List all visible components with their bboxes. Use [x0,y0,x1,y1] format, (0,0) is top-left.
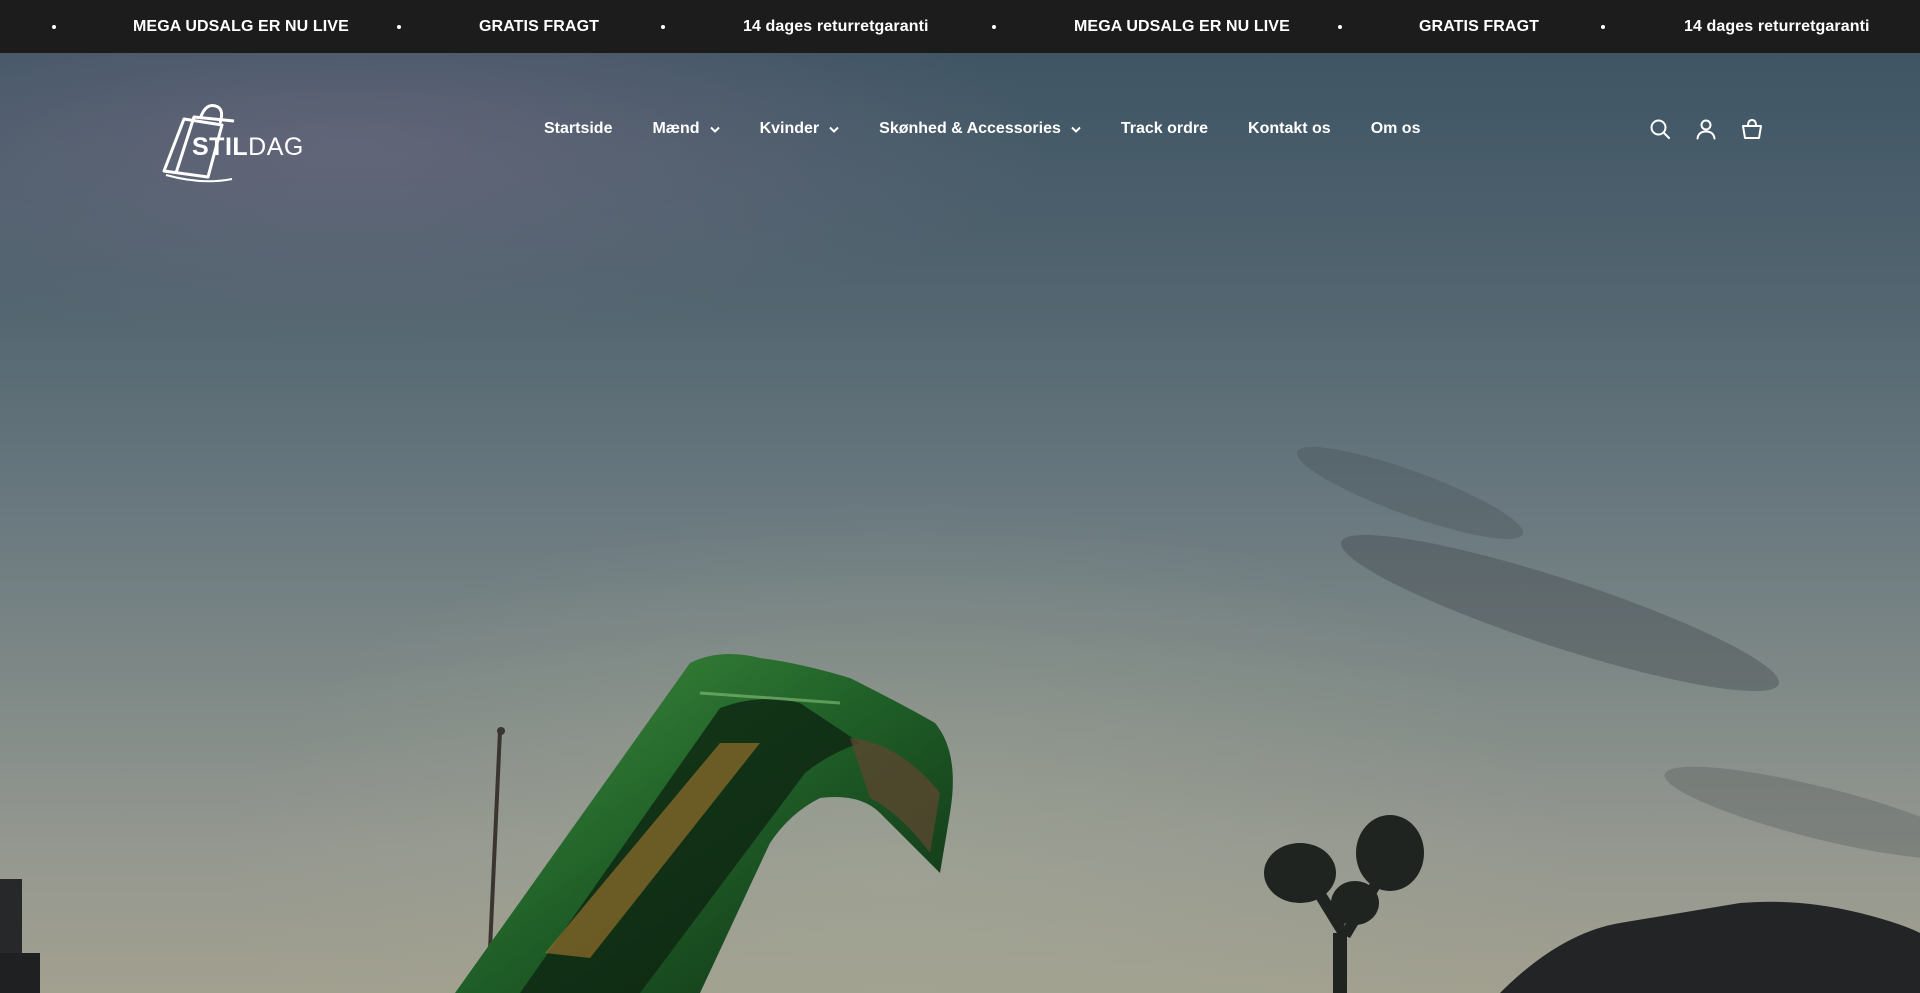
nav-item-maend[interactable]: Mænd [652,120,720,138]
bullet-dot [992,25,996,29]
nav-item-label: Skønhed & Accessories [879,120,1061,137]
bullet-dot [1601,25,1605,29]
announcement-marquee: MEGA UDSALG ER NU LIVE GRATIS FRAGT 14 d… [0,0,1920,53]
nav-item-track-ordre[interactable]: Track ordre [1121,120,1208,138]
logo-text: STILDAG [192,133,304,162]
announcement-item: GRATIS FRAGT [1419,18,1540,35]
nav-item-label: Kontakt os [1248,120,1331,137]
announcement-item: 14 dages returretgaranti [743,18,929,35]
nav-item-startside[interactable]: Startside [544,120,612,138]
nav-item-om-os[interactable]: Om os [1371,120,1421,138]
announcement-bar: MEGA UDSALG ER NU LIVE GRATIS FRAGT 14 d… [0,0,1920,53]
nav-item-kontakt-os[interactable]: Kontakt os [1248,120,1331,138]
bullet-dot [661,25,665,29]
nav-item-label: Track ordre [1120,120,1209,137]
logo-text-bold: STIL [192,133,249,161]
chevron-down-icon [829,126,839,133]
logo-link[interactable]: STILDAG [162,99,303,183]
nav-item-label: Startside [544,120,613,137]
announcement-item: MEGA UDSALG ER NU LIVE [133,18,349,35]
bullet-dot [397,25,401,29]
nav-item-label: Kvinder [759,120,820,137]
announcement-item: MEGA UDSALG ER NU LIVE [1074,18,1290,35]
logo-text-light: DAG [248,133,304,161]
nav-item-label: Om os [1370,120,1421,137]
chevron-down-icon [1071,126,1081,133]
announcement-item: GRATIS FRAGT [479,18,600,35]
announcement-item: 14 dages returretgaranti [1684,18,1870,35]
nav-item-kvinder[interactable]: Kvinder [760,120,840,138]
bullet-dot [1338,25,1342,29]
main-nav: Startside Mænd Kvinder Skønhed & Accesso… [544,53,1420,205]
cart-icon[interactable] [1740,117,1764,141]
search-icon[interactable] [1648,117,1672,141]
nav-item-skonhed-accessories[interactable]: Skønhed & Accessories [879,120,1081,138]
chevron-down-icon [709,126,720,133]
header-icons [1626,53,1764,205]
account-icon[interactable] [1694,117,1718,141]
site-header: STILDAG Startside Mænd Kvinder Skønhed &… [0,53,1920,205]
bullet-dot [52,25,56,29]
nav-item-label: Mænd [652,120,700,137]
